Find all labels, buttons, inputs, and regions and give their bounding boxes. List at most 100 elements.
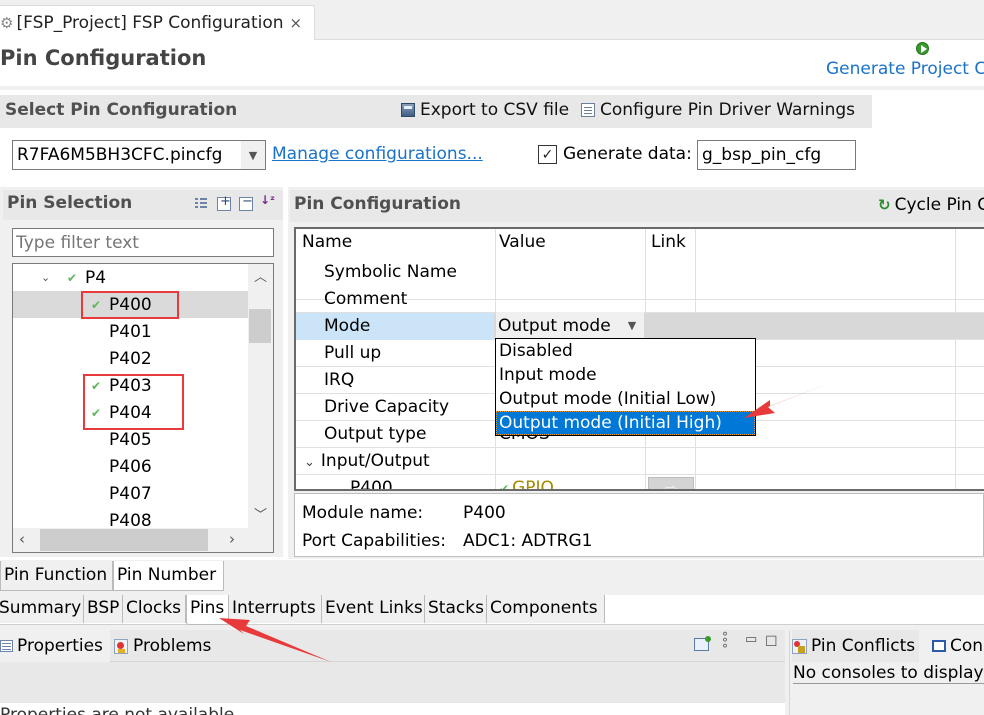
- maximize-icon[interactable]: ☐: [765, 634, 778, 650]
- horizontal-scrollbar[interactable]: ‹ ›: [13, 528, 273, 552]
- pin-filter-input[interactable]: [12, 228, 274, 257]
- editor-tab-title: [FSP_Project] FSP Configuration: [16, 13, 284, 33]
- mode-value: Output mode: [498, 315, 611, 336]
- list-icon[interactable]: [194, 197, 208, 211]
- checkmark-icon: ✔: [91, 378, 102, 393]
- collapse-all-icon[interactable]: [239, 194, 253, 211]
- tree-node-label: P405: [109, 429, 152, 450]
- column-header-value: Value: [499, 232, 546, 252]
- configuration-page-tabs: Summary BSP Clocks Pins Interrupts Event…: [0, 595, 984, 625]
- tab-console[interactable]: Con: [932, 630, 983, 662]
- pin-view-tabs: Pin Function Pin Number: [0, 561, 984, 591]
- minimize-icon[interactable]: ▭: [745, 632, 757, 647]
- generate-data-input[interactable]: [697, 140, 856, 170]
- checkmark-icon: ✔: [67, 270, 78, 285]
- tab-interrupts[interactable]: Interrupts: [229, 595, 322, 623]
- scroll-up-icon[interactable]: ︿: [248, 266, 273, 285]
- tree-node-label: P400: [109, 294, 152, 315]
- tab-pin-number[interactable]: Pin Number: [113, 561, 224, 591]
- scroll-right-icon[interactable]: ›: [229, 530, 235, 548]
- tree-node-port[interactable]: ⌄ ✔ P4: [13, 264, 248, 291]
- table-row-group[interactable]: ⌄ Input/Output: [296, 448, 984, 475]
- run-icon: [916, 42, 929, 55]
- tree-node-label: P404: [109, 402, 152, 423]
- configure-warnings-button[interactable]: Configure Pin Driver Warnings: [581, 100, 855, 120]
- cycle-pin-button[interactable]: ↻ Cycle Pin C: [878, 195, 984, 215]
- export-csv-button[interactable]: Export to CSV file: [401, 100, 569, 120]
- scroll-left-icon[interactable]: ‹: [19, 530, 25, 548]
- port-capabilities-label: Port Capabilities:: [302, 531, 446, 551]
- tree-node-pin[interactable]: P406: [13, 453, 248, 480]
- row-name: IRQ: [324, 370, 355, 390]
- select-pin-config-header: Select Pin Configuration Export to CSV f…: [0, 95, 872, 128]
- manage-configurations-link[interactable]: Manage configurations...: [272, 144, 483, 164]
- mode-combo[interactable]: Output mode ▼: [496, 312, 644, 339]
- chevron-down-icon[interactable]: ⌄: [304, 455, 315, 470]
- tab-summary[interactable]: Summary: [0, 595, 84, 623]
- tab-problems-label: Problems: [133, 636, 212, 656]
- tab-properties[interactable]: Properties: [0, 630, 110, 662]
- table-header: Name Value Link: [296, 229, 984, 256]
- scroll-thumb[interactable]: [249, 309, 271, 343]
- checkmark-icon: ✔: [91, 405, 102, 420]
- expand-all-icon[interactable]: [217, 194, 231, 211]
- tab-components[interactable]: Components: [487, 595, 605, 623]
- scroll-thumb[interactable]: [40, 529, 208, 551]
- column-header-link: Link: [651, 232, 686, 252]
- checkmark-icon: ✓: [541, 146, 554, 163]
- sort-az-icon[interactable]: ↓ᶻ: [260, 193, 275, 207]
- mode-dropdown-list: Disabled Input mode Output mode (Initial…: [495, 338, 756, 436]
- console-message: No consoles to display: [793, 663, 984, 684]
- tree-node-pin[interactable]: ✔ P404: [13, 399, 248, 426]
- tree-node-pin[interactable]: P401: [13, 318, 248, 345]
- module-name-label: Module name:: [302, 503, 424, 523]
- table-row[interactable]: Comment: [296, 286, 984, 313]
- close-icon[interactable]: ×: [290, 14, 303, 32]
- arrow-right-icon: ⇨: [665, 481, 677, 491]
- generate-data-checkbox[interactable]: ✓: [538, 145, 557, 164]
- tab-clocks[interactable]: Clocks: [123, 595, 186, 623]
- mode-option-input[interactable]: Input mode: [496, 363, 755, 387]
- export-csv-label: Export to CSV file: [420, 100, 570, 120]
- tree-node-pin[interactable]: P407: [13, 480, 248, 507]
- section-title: Select Pin Configuration: [5, 100, 238, 120]
- generate-project-label: Generate Project C: [826, 59, 984, 79]
- tab-pins[interactable]: Pins: [186, 595, 229, 625]
- tab-pin-conflicts[interactable]: Pin Conflicts: [792, 630, 920, 662]
- tree-node-pin[interactable]: P405: [13, 426, 248, 453]
- row-value: GPIO: [512, 478, 554, 491]
- mode-option-output-high[interactable]: Output mode (Initial High): [496, 411, 755, 435]
- checkmark-icon: ✔: [499, 482, 510, 491]
- tree-node-pin[interactable]: P402: [13, 345, 248, 372]
- mode-option-output-low[interactable]: Output mode (Initial Low): [496, 387, 755, 411]
- tab-pin-conflicts-label: Pin Conflicts: [811, 636, 916, 656]
- tree-node-pin[interactable]: ✔ P400: [13, 291, 248, 318]
- tab-event-links[interactable]: Event Links: [322, 595, 425, 623]
- configure-warnings-label: Configure Pin Driver Warnings: [600, 100, 856, 120]
- tab-problems[interactable]: Problems: [114, 630, 211, 662]
- cycle-pin-label: Cycle Pin C: [894, 195, 984, 215]
- tab-bsp[interactable]: BSP: [84, 595, 123, 623]
- table-row[interactable]: P400 ✔ GPIO ⇨: [296, 475, 984, 491]
- console-icon: [932, 640, 946, 652]
- link-arrow-button[interactable]: ⇨: [648, 477, 694, 491]
- row-name: P400: [350, 478, 393, 491]
- view-menu-icon[interactable]: ° ° °: [722, 631, 728, 655]
- editor-tab[interactable]: ⚙ [FSP_Project] FSP Configuration ×: [0, 5, 315, 40]
- pin-details: Module name: P400 Port Capabilities: ADC…: [294, 493, 984, 557]
- pin-view-icon[interactable]: [694, 636, 711, 651]
- tree-node-pin[interactable]: ✔ P403: [13, 372, 248, 399]
- console-view: Pin Conflicts Con No consoles to display: [789, 630, 984, 715]
- generate-project-button[interactable]: Generate Project C: [814, 40, 984, 85]
- pin-configuration-title: Pin Configuration: [294, 194, 462, 214]
- vertical-scrollbar[interactable]: ︿ ﹀: [248, 264, 273, 529]
- row-name: Mode: [296, 313, 494, 340]
- column-header-name: Name: [302, 232, 353, 252]
- chevron-down-icon[interactable]: ⌄: [41, 271, 50, 284]
- tab-pin-function[interactable]: Pin Function: [0, 561, 113, 591]
- pin-configuration-header: Pin Configuration ↻ Cycle Pin C: [290, 190, 984, 222]
- pin-config-select[interactable]: R7FA6M5BH3CFC.pincfg ▼: [12, 140, 266, 170]
- scroll-down-icon[interactable]: ﹀: [248, 504, 273, 523]
- tab-stacks[interactable]: Stacks: [425, 595, 487, 623]
- mode-option-disabled[interactable]: Disabled: [496, 339, 755, 363]
